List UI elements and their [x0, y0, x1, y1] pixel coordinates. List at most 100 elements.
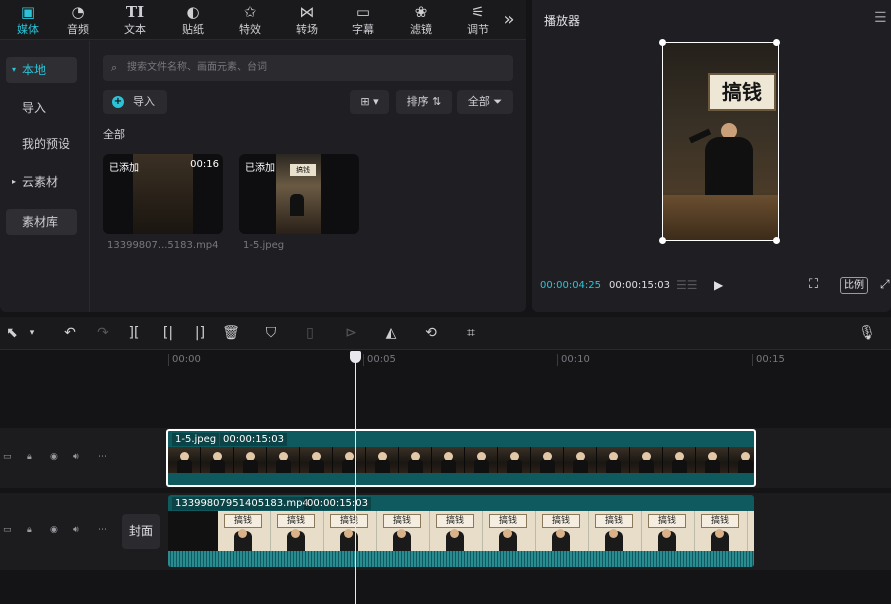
media-icon: ▣ — [20, 3, 36, 21]
sticker-icon: ◐ — [186, 3, 200, 21]
select-cursor-icon[interactable]: ⬉ — [2, 317, 22, 350]
search-input[interactable]: ⌕ 搜索文件名称、画面元素、台词 — [103, 55, 513, 81]
caret-down-icon: ▾ — [12, 65, 17, 74]
more-icon[interactable]: ⋯ — [98, 525, 107, 535]
volume-icon[interactable]: 🔊︎ — [73, 452, 79, 462]
film-frame — [630, 447, 663, 473]
tab-filter[interactable]: ❀ 滤镜 — [393, 0, 449, 40]
film-frame — [234, 447, 267, 473]
import-button[interactable]: + 导入 — [103, 90, 167, 114]
resize-handle[interactable] — [659, 39, 666, 46]
film-frame: 搞钱 — [483, 511, 536, 551]
film-frame: 搞钱 — [218, 511, 271, 551]
nav-my-presets[interactable]: 我的预设 — [6, 131, 77, 157]
image-thumbnail: 搞钱 — [276, 154, 321, 234]
tab-audio[interactable]: ◔ 音频 — [50, 0, 106, 40]
clip-duration: 00:00:15:03 — [304, 497, 372, 510]
volume-icon[interactable]: 🔊︎ — [73, 525, 79, 535]
transition-icon: ⋈ — [299, 3, 315, 21]
media-item-image[interactable]: 搞钱 已添加 — [239, 154, 359, 234]
view-mode-button[interactable]: ⊞ ▾ — [350, 90, 389, 114]
rotate-icon[interactable]: ⟲ — [421, 317, 441, 350]
nav-import[interactable]: 导入 — [6, 95, 77, 121]
film-frame: 搞钱 — [589, 511, 642, 551]
tick-mark — [363, 354, 364, 366]
trim-left-icon[interactable]: [| — [158, 317, 178, 350]
nav-local[interactable]: ▾ 本地 — [6, 57, 77, 83]
section-heading: 全部 — [103, 128, 125, 141]
clip-image-track[interactable]: 1-5.jpeg 00:00:15:03 — [166, 429, 756, 487]
frame-head — [450, 529, 459, 538]
media-item-name: 1-5.jpeg — [243, 240, 285, 251]
audio-icon: ◔ — [71, 3, 85, 21]
ratio-button[interactable]: 比例 — [840, 277, 868, 294]
resize-handle[interactable] — [773, 237, 780, 244]
tab-media[interactable]: ▣ 媒体 — [0, 0, 56, 40]
player-title: 播放器 — [544, 14, 581, 28]
film-frame — [300, 447, 333, 473]
film-frame — [729, 447, 754, 473]
clip-duration: 00:00:15:03 — [220, 433, 288, 446]
filter-all-button[interactable]: 全部 ⏷ — [457, 90, 513, 114]
frame-sign: 搞钱 — [330, 514, 368, 528]
tab-sticker[interactable]: ◐ 贴纸 — [165, 0, 221, 40]
nav-cloud[interactable]: ▸ 云素材 — [6, 169, 77, 195]
thumbnail-figure — [290, 194, 304, 216]
filter-icon: ❀ — [414, 3, 428, 21]
sort-button[interactable]: 排序 ⇅ — [396, 90, 452, 114]
play-icon[interactable]: ▶ — [714, 278, 723, 292]
resize-handle[interactable] — [659, 237, 666, 244]
frame-sign: 搞钱 — [489, 514, 527, 528]
lock-icon[interactable]: 🔒︎ — [27, 452, 32, 462]
preview-canvas[interactable]: 搞钱 — [662, 42, 779, 241]
left-nav: ▾ 本地 导入 我的预设 ▸ 云素材 素材库 — [0, 41, 90, 312]
trim-right-icon[interactable]: |] — [190, 317, 210, 350]
more-icon[interactable]: ⋯ — [98, 452, 107, 462]
split-icon[interactable]: ][ — [124, 317, 144, 350]
media-item-name: 13399807...5183.mp4 — [107, 240, 219, 251]
black-frame — [168, 511, 218, 551]
play-circle-icon[interactable]: ⊳ — [341, 317, 361, 350]
lock-icon[interactable]: 🔒︎ — [27, 525, 32, 535]
frame-head — [609, 529, 618, 538]
more-tabs-icon[interactable]: » — [497, 8, 521, 32]
film-frame — [432, 447, 465, 473]
media-item-video[interactable]: 已添加 00:16 — [103, 154, 223, 234]
film-frame: 搞钱 — [324, 511, 377, 551]
timeline-grid-icon[interactable]: ☰☰ — [676, 278, 698, 292]
frame-sign: 搞钱 — [542, 514, 580, 528]
eye-icon[interactable]: ◉ — [50, 525, 58, 535]
playhead-handle[interactable] — [350, 351, 361, 363]
delete-icon[interactable]: 🗑︎ — [221, 317, 241, 350]
film-frame: 搞钱 — [695, 511, 748, 551]
tab-effects[interactable]: ✩ 特效 — [222, 0, 278, 40]
tab-subtitle[interactable]: ▭ 字幕 — [335, 0, 391, 40]
eye-icon[interactable]: ◉ — [50, 452, 58, 462]
fit-screen-icon[interactable]: ⛶ — [809, 277, 818, 292]
tab-text[interactable]: TI 文本 — [107, 0, 163, 40]
film-frame — [333, 447, 366, 473]
chevron-down-icon[interactable]: ▾ — [22, 317, 42, 350]
microphone-icon[interactable]: 🎙︎ — [857, 317, 877, 350]
freeze-frame-icon[interactable]: ▯ — [300, 317, 320, 350]
clip-video-track[interactable]: 13399807951405183.mp4 00:00:15:03 搞钱 搞钱 搞钱… — [168, 495, 754, 567]
playhead[interactable] — [355, 351, 356, 604]
cover-button[interactable]: 封面 — [122, 514, 160, 549]
undo-icon[interactable]: ↶ — [60, 317, 80, 350]
mirror-icon[interactable]: ◭ — [381, 317, 401, 350]
thumbnail-sign: 搞钱 — [290, 164, 316, 176]
frame-head — [238, 529, 247, 538]
frame-head — [556, 529, 565, 538]
film-frame — [465, 447, 498, 473]
redo-icon[interactable]: ↷ — [93, 317, 113, 350]
crop-icon[interactable]: ⌗ — [461, 317, 481, 350]
sort-icon: ⇅ — [432, 95, 442, 108]
tab-transition[interactable]: ⋈ 转场 — [279, 0, 335, 40]
fullscreen-icon[interactable]: ⤢ — [880, 277, 890, 292]
menu-icon[interactable]: ☰ — [874, 10, 887, 26]
marker-icon[interactable]: ⛉ — [261, 317, 281, 350]
nav-library[interactable]: 素材库 — [6, 209, 77, 235]
resize-handle[interactable] — [773, 39, 780, 46]
frame-sign: 搞钱 — [436, 514, 474, 528]
current-time: 00:00:04:25 — [540, 280, 602, 291]
